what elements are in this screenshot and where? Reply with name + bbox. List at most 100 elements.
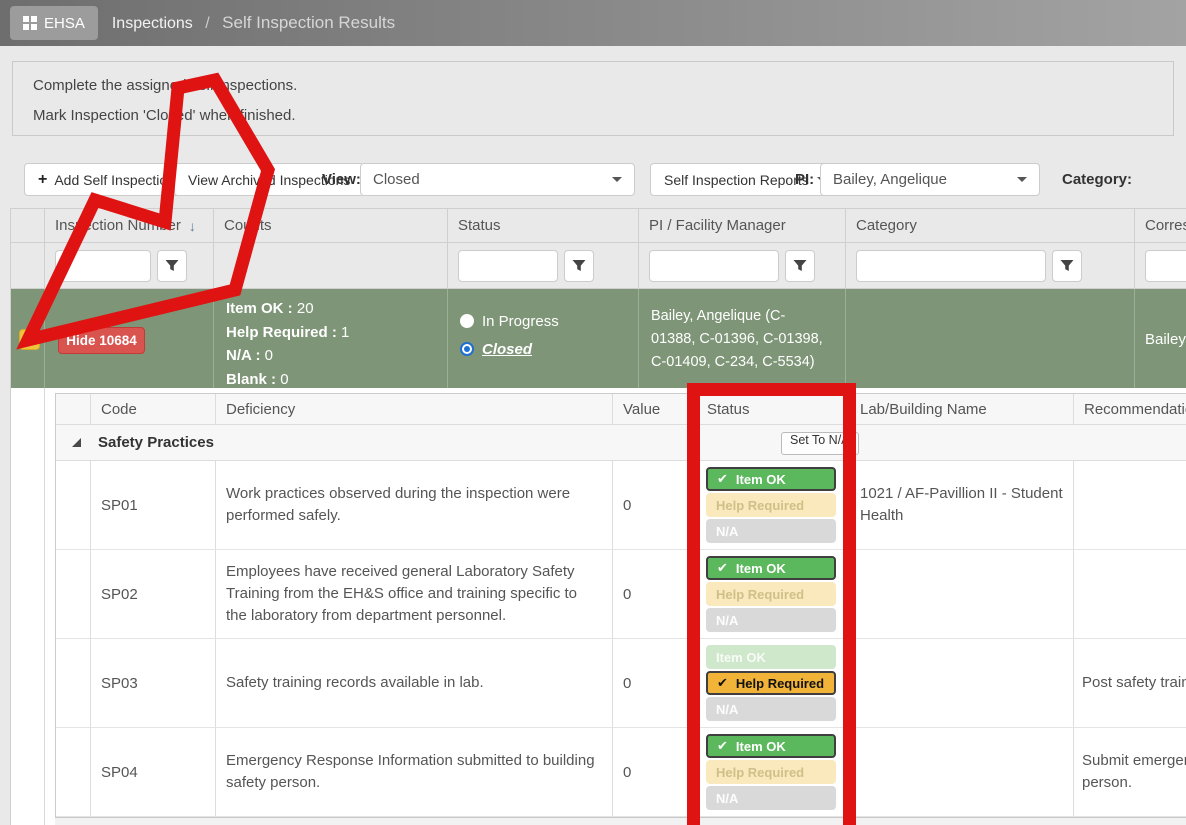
deficiency-cell: Work practices observed during the inspe… <box>216 461 613 549</box>
breadcrumb: Inspections / Self Inspection Results <box>112 13 395 33</box>
column-header-detail-status[interactable]: Status <box>691 394 853 424</box>
deficiency-row-sp04: SP04 Emergency Response Information subm… <box>56 728 1186 817</box>
hide-inspection-button[interactable]: Hide 10684 <box>58 327 145 354</box>
recommendation-cell <box>1074 550 1186 638</box>
column-header-pi-facility-manager[interactable]: PI / Facility Manager <box>639 209 846 242</box>
help-required-button[interactable]: Help Required <box>706 582 836 606</box>
filter-cell-status <box>448 243 639 288</box>
column-header-code[interactable]: Code <box>91 394 216 424</box>
instructions-panel: Complete the assigned self inspections. … <box>12 61 1174 136</box>
caret-down-icon <box>612 177 622 182</box>
grid-icon <box>23 16 37 30</box>
radio-unselected-icon <box>460 314 474 328</box>
deficiency-cell: Emergency Response Information submitted… <box>216 728 613 816</box>
top-bar: EHSA Inspections / Self Inspection Resul… <box>0 0 1186 46</box>
status-filter-button[interactable] <box>564 250 594 282</box>
pi-filter-button[interactable] <box>785 250 815 282</box>
deficiency-grid-header: Code Deficiency Value Status Lab/Buildin… <box>56 394 1186 424</box>
collapse-row-button[interactable] <box>19 329 40 350</box>
count-na: N/A : 0 <box>226 344 447 368</box>
status-filter-input[interactable] <box>458 250 558 282</box>
status-cell: Item OK Help Required N/A <box>691 639 853 727</box>
item-ok-button[interactable]: Item OK <box>706 734 836 758</box>
value-cell: 0 <box>613 728 691 816</box>
group-title: Safety Practices <box>98 434 214 451</box>
count-help-required: Help Required : 1 <box>226 321 447 345</box>
ehsa-app-button[interactable]: EHSA <box>10 6 98 40</box>
status-radio-closed[interactable]: Closed <box>460 335 638 363</box>
recommendation-cell: Post safety trainin <box>1074 639 1186 727</box>
view-label: View: <box>322 171 361 188</box>
breadcrumb-separator: / <box>205 15 209 32</box>
help-required-button[interactable]: Help Required <box>706 760 836 784</box>
category-label: Category: <box>1062 171 1132 188</box>
inspections-grid-filter-row <box>11 242 1186 289</box>
help-required-button[interactable]: Help Required <box>706 671 836 695</box>
add-self-inspection-button[interactable]: + Add Self Inspection <box>24 163 189 196</box>
reports-button-label: Self Inspection Reports <box>664 172 809 188</box>
deficiency-grid: Code Deficiency Value Status Lab/Buildin… <box>55 393 1186 818</box>
lab-building-cell <box>853 550 1074 638</box>
category-filter-input[interactable] <box>856 250 1046 282</box>
pi-select[interactable]: Bailey, Angelique <box>820 163 1040 196</box>
view-select[interactable]: Closed <box>360 163 635 196</box>
lab-building-cell <box>853 728 1074 816</box>
row-expander-cell <box>56 728 91 816</box>
breadcrumb-section[interactable]: Inspections <box>112 15 193 32</box>
group-collapse-icon[interactable] <box>72 438 81 447</box>
triangle-icon <box>26 336 34 344</box>
master-corres-cell: Bailey, <box>1135 289 1186 391</box>
na-button[interactable]: N/A <box>706 786 836 810</box>
column-header-value[interactable]: Value <box>613 394 691 424</box>
help-required-button[interactable]: Help Required <box>706 493 836 517</box>
status-radio-in-progress[interactable]: In Progress <box>460 307 638 335</box>
pi-filter-input[interactable] <box>649 250 779 282</box>
master-category-cell <box>846 289 1135 391</box>
funnel-icon <box>793 259 807 273</box>
deficiency-cell: Employees have received general Laborato… <box>216 550 613 638</box>
column-header-lab-building[interactable]: Lab/Building Name <box>853 394 1074 424</box>
lab-building-cell: 1021 / AF-Pavillion II - Student Health <box>853 461 1074 549</box>
lab-building-cell <box>853 639 1074 727</box>
value-cell: 0 <box>613 550 691 638</box>
ehsa-app-label: EHSA <box>44 15 85 32</box>
page-title: Self Inspection Results <box>222 13 395 32</box>
deficiency-row-sp02: SP02 Employees have received general Lab… <box>56 550 1186 639</box>
code-cell: SP02 <box>91 550 216 638</box>
status-cell: Item OK Help Required N/A <box>691 728 853 816</box>
add-self-inspection-label: Add Self Inspection <box>54 172 175 188</box>
funnel-icon <box>572 259 586 273</box>
set-to-na-button[interactable]: Set To N/A <box>781 432 859 455</box>
column-header-deficiency[interactable]: Deficiency <box>216 394 613 424</box>
recommendation-cell <box>1074 461 1186 549</box>
code-cell: SP03 <box>91 639 216 727</box>
deficiency-row-sp01: SP01 Work practices observed during the … <box>56 461 1186 550</box>
column-header-category[interactable]: Category <box>846 209 1135 242</box>
category-filter-button[interactable] <box>1052 250 1082 282</box>
item-ok-button[interactable]: Item OK <box>706 645 836 669</box>
column-header-inspection-number[interactable]: Inspection Number ↓ <box>45 209 214 242</box>
na-button[interactable]: N/A <box>706 697 836 721</box>
next-row-peek <box>55 817 1186 825</box>
master-counts-cell: Item OK : 20 Help Required : 1 N/A : 0 B… <box>214 289 448 391</box>
filter-cell-counts <box>214 243 448 288</box>
inspection-number-filter-input[interactable] <box>55 250 151 282</box>
master-inspection-number-cell: Hide 10684 <box>45 289 214 391</box>
detail-expander-header <box>56 394 91 424</box>
column-header-corres[interactable]: Corres <box>1135 209 1186 242</box>
item-ok-button[interactable]: Item OK <box>706 467 836 491</box>
count-item-ok: Item OK : 20 <box>226 297 447 321</box>
code-cell: SP01 <box>91 461 216 549</box>
inspection-number-filter-button[interactable] <box>157 250 187 282</box>
corres-filter-input[interactable] <box>1145 250 1186 282</box>
column-header-counts[interactable]: Counts <box>214 209 448 242</box>
na-button[interactable]: N/A <box>706 519 836 543</box>
column-header-status[interactable]: Status <box>448 209 639 242</box>
na-button[interactable]: N/A <box>706 608 836 632</box>
deficiency-row-sp03: SP03 Safety training records available i… <box>56 639 1186 728</box>
column-header-recommendation[interactable]: Recommendation <box>1074 394 1186 424</box>
value-cell: 0 <box>613 461 691 549</box>
deficiency-cell: Safety training records available in lab… <box>216 639 613 727</box>
item-ok-button[interactable]: Item OK <box>706 556 836 580</box>
funnel-icon <box>1060 259 1074 273</box>
